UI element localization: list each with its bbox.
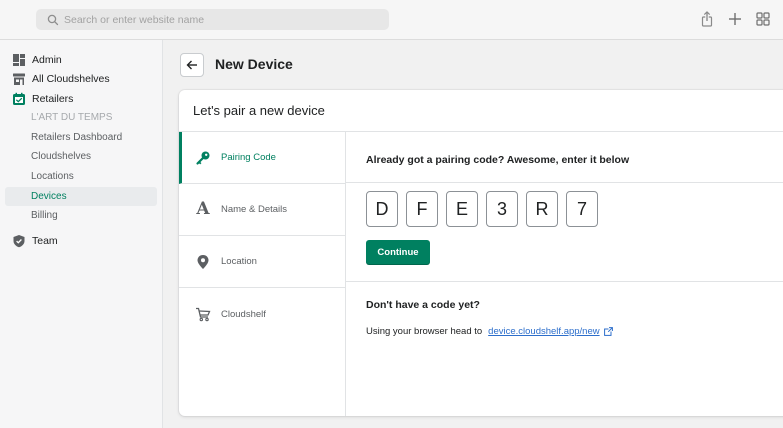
sidebar-item-label: Admin	[32, 54, 62, 66]
code-input-2[interactable]	[406, 191, 438, 227]
code-input-4[interactable]	[486, 191, 518, 227]
help-line: Using your browser head to device.clouds…	[366, 326, 613, 337]
sidebar-retailer-name[interactable]: L'ART DU TEMPS	[5, 108, 157, 127]
step-pairing-code[interactable]: Pairing Code	[179, 132, 345, 184]
font-a-icon: A	[196, 199, 210, 219]
divider	[346, 182, 783, 183]
cart-icon	[195, 306, 211, 322]
step-label: Pairing Code	[221, 152, 276, 163]
address-input[interactable]	[64, 13, 384, 26]
help-text: Using your browser head to	[366, 326, 483, 337]
step-cloudshelf[interactable]: Cloudshelf	[179, 288, 345, 340]
sidebar-item-label: Team	[32, 235, 58, 247]
sidebar: Admin All Cloudshelves Retailers L'ART D…	[0, 40, 163, 428]
dashboard-icon	[13, 54, 25, 66]
pairing-panel: Already got a pairing code? Awesome, ent…	[346, 132, 783, 416]
step-label: Cloudshelf	[221, 308, 266, 320]
step-name-details[interactable]: A Name & Details	[179, 184, 345, 236]
sidebar-item-team[interactable]: Team	[12, 232, 58, 250]
sidebar-item-admin[interactable]: Admin	[12, 51, 62, 69]
code-input-5[interactable]	[526, 191, 558, 227]
sidebar-item-all-cloudshelves[interactable]: All Cloudshelves	[12, 70, 110, 88]
location-pin-icon	[195, 254, 211, 270]
arrow-left-icon	[186, 60, 197, 70]
card-title: Let's pair a new device	[179, 90, 783, 132]
browser-toolbar	[0, 0, 783, 40]
code-input-3[interactable]	[446, 191, 478, 227]
step-label: Location	[221, 256, 257, 267]
pairing-card: Let's pair a new device Pairing Code A N…	[179, 90, 783, 416]
back-button[interactable]	[180, 53, 204, 77]
shield-check-icon	[13, 235, 25, 248]
page-title: New Device	[215, 56, 293, 72]
sidebar-item-cloudshelves[interactable]: Cloudshelves	[5, 147, 157, 166]
external-link-icon[interactable]	[603, 327, 613, 336]
sidebar-item-label: All Cloudshelves	[32, 73, 110, 85]
sidebar-item-retailers[interactable]: Retailers	[12, 90, 73, 108]
sidebar-item-label: Retailers	[32, 93, 74, 105]
continue-button[interactable]: Continue	[366, 240, 430, 265]
wizard-steps: Pairing Code A Name & Details Location C…	[179, 132, 346, 416]
pairing-prompt: Already got a pairing code? Awesome, ent…	[366, 154, 630, 166]
code-input-1[interactable]	[366, 191, 398, 227]
sidebar-item-retailers-dashboard[interactable]: Retailers Dashboard	[5, 128, 157, 147]
key-icon	[195, 150, 211, 166]
device-setup-link[interactable]: device.cloudshelf.app/new	[488, 326, 599, 337]
calendar-check-icon	[13, 92, 25, 105]
pairing-code-inputs	[366, 191, 598, 227]
sidebar-item-locations[interactable]: Locations	[5, 167, 157, 186]
code-input-6[interactable]	[566, 191, 598, 227]
plus-icon[interactable]	[726, 10, 744, 28]
tab-grid-icon[interactable]	[754, 10, 772, 28]
share-icon[interactable]	[698, 10, 716, 28]
store-icon	[13, 73, 25, 85]
main-content: New Device Let's pair a new device Pairi…	[163, 40, 783, 428]
address-bar[interactable]	[36, 9, 389, 30]
search-icon	[47, 14, 59, 25]
no-code-heading: Don't have a code yet?	[366, 299, 480, 311]
step-location[interactable]: Location	[179, 236, 345, 288]
sidebar-item-devices[interactable]: Devices	[5, 187, 157, 206]
sidebar-item-billing[interactable]: Billing	[5, 206, 157, 225]
divider	[346, 281, 783, 282]
step-label: Name & Details	[221, 204, 287, 215]
